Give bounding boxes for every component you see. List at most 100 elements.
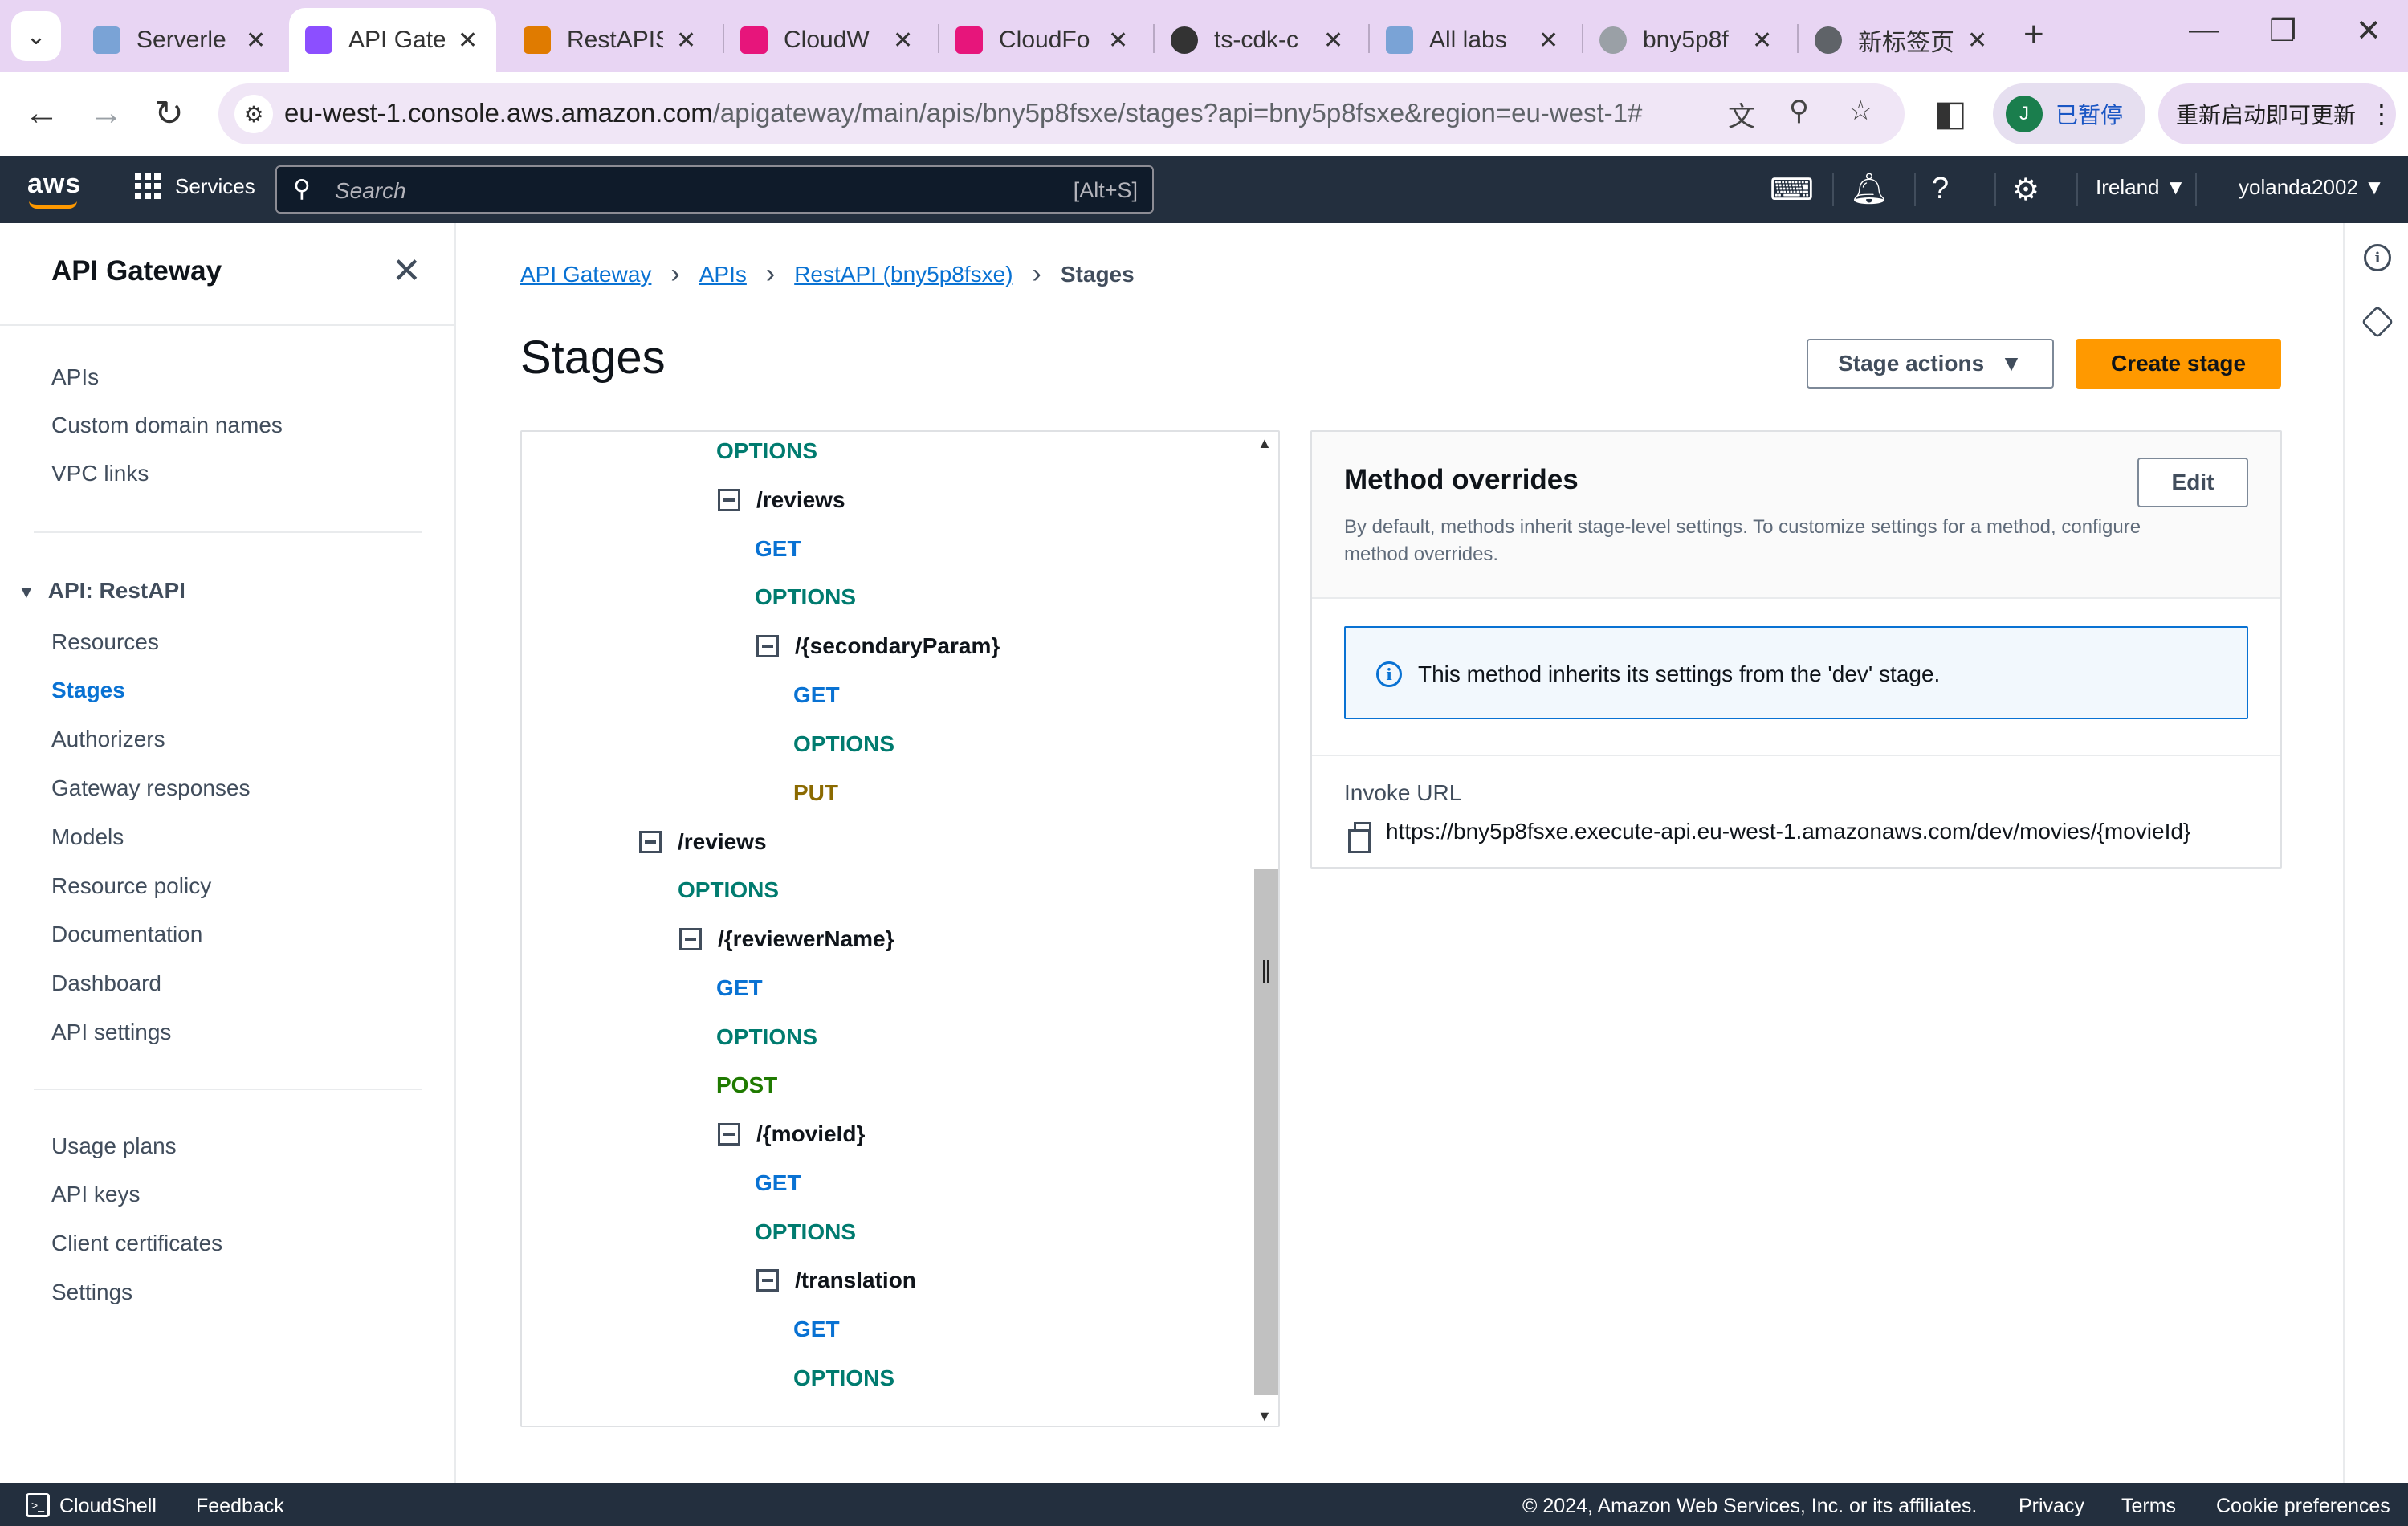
collapse-toggle-icon[interactable]: [718, 1123, 740, 1146]
close-icon[interactable]: ✕: [1967, 26, 1987, 55]
translate-icon[interactable]: 文: [1728, 95, 1755, 134]
breadcrumb-link[interactable]: APIs: [699, 262, 747, 287]
sidenav-item-api-keys[interactable]: API keys: [51, 1182, 140, 1207]
stage-actions-button[interactable]: Stage actions ▼: [1807, 339, 2054, 389]
browser-tab[interactable]: CloudW ✕: [724, 8, 929, 72]
create-stage-button[interactable]: Create stage: [2076, 339, 2281, 389]
sidenav-item-settings[interactable]: Settings: [51, 1280, 132, 1305]
kebab-menu-icon[interactable]: ⋮: [2369, 99, 2394, 129]
scroll-down-arrow-icon[interactable]: ▼: [1257, 1408, 1272, 1425]
close-icon[interactable]: ✕: [1323, 26, 1343, 55]
collapse-toggle-icon[interactable]: [679, 928, 702, 950]
sidenav-item-custom-domain-names[interactable]: Custom domain names: [51, 413, 283, 438]
resize-handle-icon[interactable]: [1263, 960, 1269, 983]
account-menu[interactable]: yolanda2002 ▼: [2239, 175, 2385, 200]
sidenav-item-dashboard[interactable]: Dashboard: [51, 971, 161, 996]
restart-to-update-button[interactable]: 重新启动即可更新 ⋮: [2158, 83, 2396, 144]
terms-link[interactable]: Terms: [2121, 1495, 2176, 1518]
tree-method[interactable]: OPTIONS: [716, 438, 817, 464]
tree-resource[interactable]: /{secondaryParam}: [756, 633, 1000, 659]
sidenav-item-api-settings[interactable]: API settings: [51, 1019, 171, 1045]
settings-gear-icon[interactable]: ⚙: [2012, 172, 2039, 208]
close-icon[interactable]: ✕: [676, 26, 696, 55]
sidenav-item-client-certificates[interactable]: Client certificates: [51, 1231, 222, 1256]
close-icon[interactable]: ✕: [893, 26, 913, 55]
sidenav-item-gateway-responses[interactable]: Gateway responses: [51, 775, 250, 801]
info-panel-icon[interactable]: i: [2364, 244, 2391, 271]
browser-tab[interactable]: 新标签页 ✕: [1799, 8, 2003, 72]
tree-method[interactable]: GET: [755, 536, 801, 562]
sidenav-item-vpc-links[interactable]: VPC links: [51, 461, 149, 486]
cookie-preferences-link[interactable]: Cookie preferences: [2216, 1495, 2390, 1518]
browser-tab[interactable]: RestAPIS ✕: [507, 8, 712, 72]
tree-method[interactable]: GET: [716, 975, 763, 1001]
sidenav-item-documentation[interactable]: Documentation: [51, 922, 202, 947]
close-icon[interactable]: ✕: [246, 26, 266, 55]
tree-method[interactable]: OPTIONS: [678, 877, 779, 903]
breadcrumb-link[interactable]: RestAPI (bny5p8fsxe): [794, 262, 1013, 287]
cloudshell-link[interactable]: CloudShell: [59, 1495, 157, 1518]
browser-tab[interactable]: CloudFo ✕: [939, 8, 1144, 72]
tree-scrollbar-thumb[interactable]: [1254, 869, 1278, 1395]
tree-resource[interactable]: /{movieId}: [718, 1121, 865, 1147]
back-arrow-icon[interactable]: ←: [24, 93, 59, 133]
tree-method[interactable]: GET: [793, 682, 840, 708]
reload-icon[interactable]: ↻: [154, 93, 184, 134]
browser-tab[interactable]: Serverle ✕: [77, 8, 282, 72]
tree-method[interactable]: OPTIONS: [755, 1219, 856, 1245]
help-icon[interactable]: ?: [1932, 172, 1949, 206]
tree-method[interactable]: POST: [716, 1072, 777, 1098]
browser-tab[interactable]: bny5p8f ✕: [1583, 8, 1788, 72]
new-tab-plus-icon[interactable]: +: [2023, 14, 2044, 55]
close-icon[interactable]: ✕: [458, 26, 478, 55]
close-icon[interactable]: ✕: [1752, 26, 1772, 55]
site-info-icon[interactable]: ⚙: [234, 95, 273, 133]
zoom-icon[interactable]: ⚲: [1789, 95, 1809, 127]
sidenav-item-usage-plans[interactable]: Usage plans: [51, 1133, 177, 1159]
breadcrumb-link[interactable]: API Gateway: [520, 262, 651, 287]
invoke-url-value[interactable]: https://bny5p8fsxe.execute-api.eu-west-1…: [1386, 819, 2190, 844]
region-selector[interactable]: Ireland ▼: [2096, 175, 2186, 200]
tree-resource[interactable]: /{reviewerName}: [679, 926, 894, 952]
side-panel-icon[interactable]: ◧: [1933, 93, 1967, 134]
copy-icon[interactable]: [1348, 822, 1371, 853]
tree-method[interactable]: PUT: [793, 780, 838, 806]
sidenav-item-models[interactable]: Models: [51, 824, 124, 850]
minimize-icon[interactable]: —: [2189, 13, 2219, 47]
search-input[interactable]: ⚲ Search [Alt+S]: [275, 165, 1154, 214]
close-icon[interactable]: ✕: [1108, 26, 1128, 55]
tree-method[interactable]: OPTIONS: [793, 1365, 894, 1391]
scroll-up-arrow-icon[interactable]: ▲: [1257, 435, 1272, 452]
tree-resource[interactable]: /reviews: [718, 487, 845, 513]
sidenav-item-stages[interactable]: Stages: [51, 678, 125, 703]
collapse-toggle-icon[interactable]: [718, 489, 740, 511]
restore-window-icon[interactable]: ❐: [2269, 13, 2296, 49]
browser-tab[interactable]: All labs ✕: [1370, 8, 1575, 72]
edit-button[interactable]: Edit: [2137, 458, 2248, 507]
close-icon[interactable]: ✕: [392, 250, 422, 291]
tab-search-button[interactable]: ⌄: [11, 11, 61, 61]
aws-logo[interactable]: aws: [27, 169, 81, 209]
profile-chip[interactable]: J 已暂停: [1993, 83, 2145, 144]
bookmark-star-icon[interactable]: ☆: [1848, 95, 1872, 127]
tree-method[interactable]: OPTIONS: [793, 731, 894, 757]
collapse-toggle-icon[interactable]: [756, 1269, 779, 1292]
address-bar[interactable]: ⚙ eu-west-1.console.aws.amazon.com/apiga…: [218, 83, 1905, 144]
close-window-icon[interactable]: ✕: [2356, 13, 2382, 49]
sidenav-item-apis[interactable]: APIs: [51, 364, 99, 390]
tree-method[interactable]: OPTIONS: [716, 1024, 817, 1050]
privacy-link[interactable]: Privacy: [2019, 1495, 2084, 1518]
sidenav-item-resource-policy[interactable]: Resource policy: [51, 873, 211, 899]
services-menu[interactable]: Services: [135, 173, 255, 199]
browser-tab[interactable]: ts-cdk-c ✕: [1155, 8, 1359, 72]
sidenav-item-resources[interactable]: Resources: [51, 629, 159, 655]
tree-method[interactable]: GET: [793, 1316, 840, 1342]
feedback-link[interactable]: Feedback: [196, 1495, 284, 1518]
sidenav-item-authorizers[interactable]: Authorizers: [51, 726, 165, 752]
close-icon[interactable]: ✕: [1538, 26, 1558, 55]
collapse-toggle-icon[interactable]: [756, 635, 779, 657]
cloudshell-icon[interactable]: ⌨: [1770, 172, 1814, 208]
forward-arrow-icon[interactable]: →: [88, 93, 124, 133]
tree-resource[interactable]: /reviews: [639, 829, 767, 855]
tree-resource[interactable]: /translation: [756, 1268, 916, 1293]
